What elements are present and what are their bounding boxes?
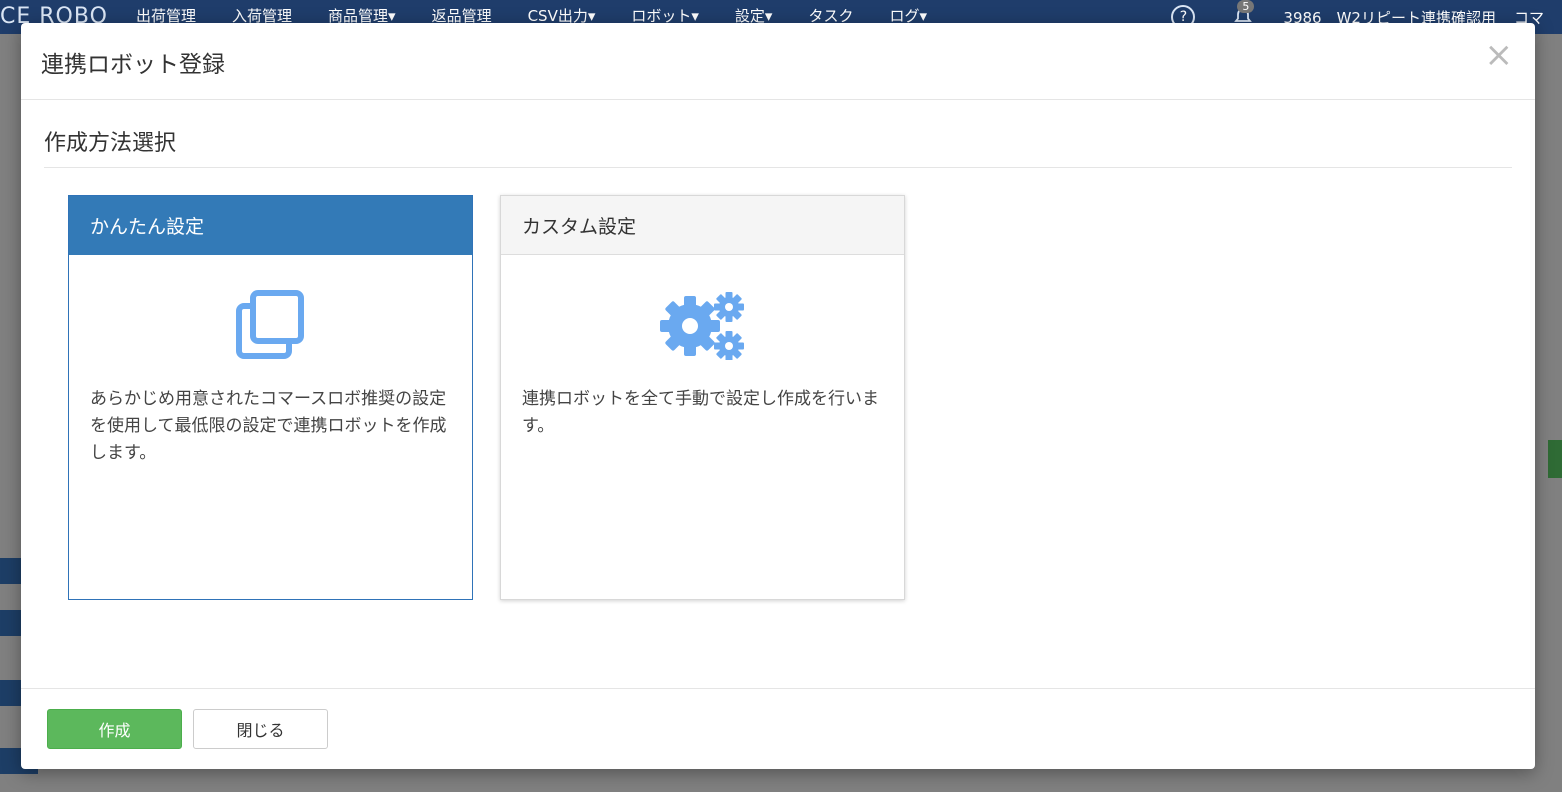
close-icon[interactable]: × (1485, 37, 1514, 73)
card-description: 連携ロボットを全て手動で設定し作成を行います。 (522, 389, 879, 436)
card-description: あらかじめ用意されたコマースロボ推奨の設定を使用して最低限の設定で連携ロボットを… (90, 389, 447, 463)
background-button (1548, 440, 1562, 478)
notification-badge: 5 (1237, 0, 1255, 13)
card-title: カスタム設定 (501, 196, 904, 255)
section-divider (44, 167, 1512, 168)
easy-setup-card[interactable]: かんたん設定 あらかじめ用意されたコマースロボ推奨の設定を使用して最低限の設定で… (68, 195, 473, 600)
custom-setup-card[interactable]: カスタム設定 連携ロボットを全て手動で設定し作成を行います。 (500, 195, 905, 600)
close-button[interactable]: 閉じる (193, 709, 328, 749)
modal-title: 連携ロボット登録 (41, 52, 225, 78)
card-title: かんたん設定 (69, 196, 472, 255)
modal-header: 連携ロボット登録 × (21, 23, 1535, 100)
section-title: 作成方法選択 (44, 131, 177, 156)
copy-icon (69, 290, 472, 360)
modal-footer: 作成 閉じる (21, 688, 1535, 769)
create-button[interactable]: 作成 (47, 709, 182, 749)
gears-icon (501, 290, 904, 360)
register-robot-modal: 連携ロボット登録 × 作成方法選択 かんたん設定 あらかじめ用意されたコマースロ… (21, 23, 1535, 769)
